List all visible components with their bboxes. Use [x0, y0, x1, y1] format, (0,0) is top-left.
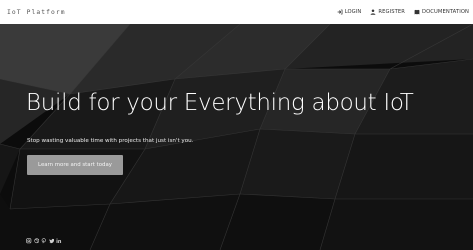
- instagram-icon[interactable]: [26, 238, 32, 244]
- book-icon: [414, 9, 420, 15]
- hero-headline: Build for your Everything about IoT: [26, 90, 414, 116]
- nav-login-link[interactable]: LOGIN: [337, 9, 362, 15]
- nav-register-label: REGISTER: [378, 9, 405, 15]
- hero-subheadline: Stop wasting valuable time with projects…: [27, 138, 194, 144]
- brand-logo[interactable]: IoT Platform: [7, 9, 66, 16]
- social-links: [26, 238, 62, 244]
- user-icon: [370, 9, 376, 15]
- nav-register-link[interactable]: REGISTER: [370, 9, 405, 15]
- nav-login-label: LOGIN: [344, 9, 362, 15]
- twitter-icon[interactable]: [48, 238, 54, 244]
- nav-links: LOGIN REGISTER DOCUMENTATION: [337, 9, 469, 15]
- hero-background-image: [0, 24, 473, 250]
- hero-section: Build for your Everything about IoT Stop…: [0, 24, 473, 250]
- linkedin-icon[interactable]: [56, 238, 62, 244]
- pinterest-icon[interactable]: [41, 238, 47, 244]
- nav-documentation-label: DOCUMENTATION: [421, 9, 469, 15]
- login-icon: [337, 9, 343, 15]
- dribbble-icon[interactable]: [33, 238, 40, 244]
- top-navbar: IoT Platform LOGIN REGISTER DOCUMENTATIO…: [0, 0, 473, 24]
- learn-more-button[interactable]: Learn more and start today: [27, 155, 123, 175]
- nav-documentation-link[interactable]: DOCUMENTATION: [414, 9, 469, 15]
